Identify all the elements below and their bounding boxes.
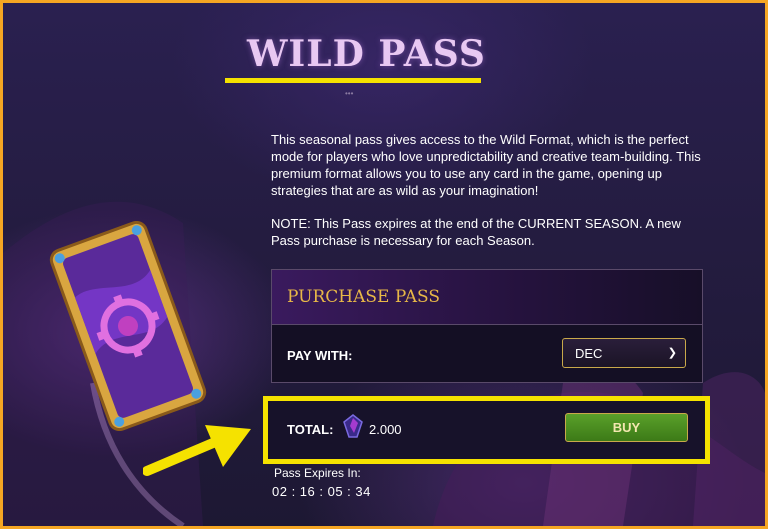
description-paragraph: This seasonal pass gives access to the W… (271, 132, 701, 198)
pass-expires-timer: 02 : 16 : 05 : 34 (272, 484, 371, 499)
purchase-panel-title: PURCHASE PASS (287, 287, 440, 307)
pay-with-row: PAY WITH: DEC ❯ (272, 325, 702, 382)
purchase-panel: PURCHASE PASS PAY WITH: DEC ❯ (271, 269, 703, 383)
currency-select-value: DEC (575, 346, 603, 361)
total-amount: 2.000 (369, 422, 402, 437)
purchase-panel-header: PURCHASE PASS (272, 270, 702, 325)
pass-expires-label: Pass Expires In: (274, 466, 361, 480)
page-title: WILD PASS (247, 33, 486, 75)
wild-pass-ticket-icon (49, 221, 207, 431)
note-paragraph: NOTE: This Pass expires at the end of th… (271, 216, 681, 248)
arrow-pointer-icon (143, 425, 251, 476)
pass-description: This seasonal pass gives access to the W… (271, 131, 711, 265)
total-row-highlight: TOTAL: 2.000 BUY (263, 396, 710, 464)
currency-select[interactable]: DEC ❯ (562, 338, 686, 368)
gem-icon (343, 414, 363, 438)
buy-button[interactable]: BUY (565, 413, 688, 442)
chevron-down-icon: ❯ (667, 347, 677, 359)
decorative-dots-icon: ••• (345, 89, 354, 98)
page-frame: WILD PASS ••• This seasonal pass gives a… (0, 0, 768, 529)
total-label: TOTAL: (287, 422, 334, 437)
pay-with-label: PAY WITH: (287, 348, 353, 363)
title-underline (225, 78, 481, 83)
